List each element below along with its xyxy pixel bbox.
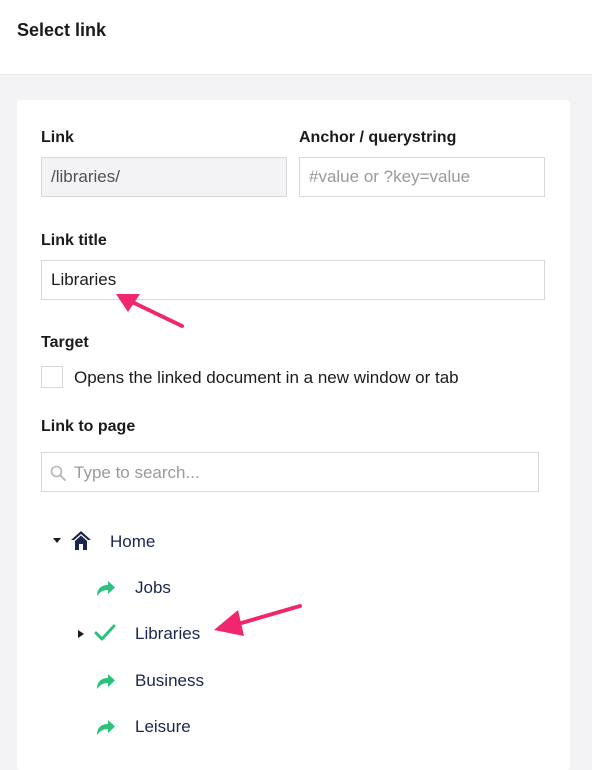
tree-item-leisure[interactable]: Leisure <box>90 714 250 740</box>
tree-item-label: Leisure <box>135 717 191 736</box>
link-title-label: Link title <box>41 232 107 249</box>
tree-item-libraries[interactable]: Libraries <box>74 621 274 647</box>
anchor-label: Anchor / querystring <box>299 129 457 146</box>
tree-item-label: Home <box>110 532 156 551</box>
caret-right-icon[interactable] <box>76 629 86 639</box>
redirect-arrow-icon <box>97 674 115 689</box>
home-icon <box>71 531 91 550</box>
search-icon <box>50 465 66 481</box>
caret-down-icon[interactable] <box>52 536 62 546</box>
page-search-input[interactable]: Type to search... <box>41 452 539 492</box>
anchor-querystring-input[interactable]: #value or ?key=value <box>299 157 545 197</box>
tree-item-label: Business <box>135 671 204 690</box>
link-to-page-label: Link to page <box>41 418 136 435</box>
link-field[interactable]: /libraries/ <box>41 157 287 197</box>
search-placeholder: Type to search... <box>74 463 200 482</box>
new-window-checkbox-label[interactable]: Opens the linked document in a new windo… <box>74 368 459 388</box>
checkmark-icon <box>94 624 116 641</box>
target-label: Target <box>41 334 89 351</box>
dialog-title: Select link <box>17 20 107 40</box>
tree-item-label: Libraries <box>135 624 201 643</box>
tree-item-label: Jobs <box>135 578 171 597</box>
tree-item-home[interactable]: Home <box>48 529 248 555</box>
dialog-header: Select link <box>0 0 592 75</box>
link-label: Link <box>41 129 74 146</box>
redirect-arrow-icon <box>97 720 115 735</box>
link-title-input[interactable]: Libraries <box>41 260 545 300</box>
tree-item-business[interactable]: Business <box>90 668 250 694</box>
tree-item-jobs[interactable]: Jobs <box>90 575 250 601</box>
redirect-arrow-icon <box>97 581 115 596</box>
new-window-checkbox[interactable] <box>41 366 63 388</box>
